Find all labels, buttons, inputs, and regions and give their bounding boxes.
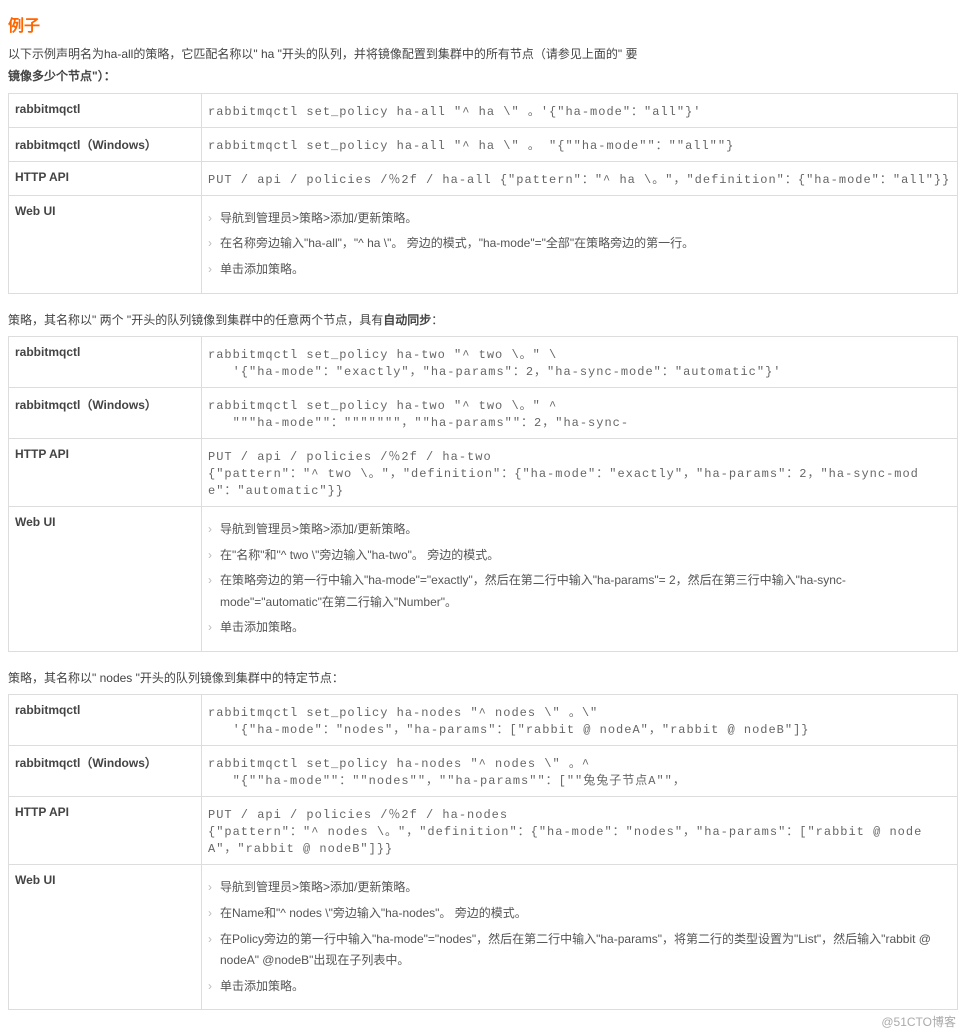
label-rabbitmqctl: rabbitmqctl [9,93,202,127]
list-item: 在策略旁边的第一行中输入"ha-mode"="exactly"，然后在第二行中输… [208,570,951,613]
ex2-webui: 导航到管理员>策略>添加/更新策略。 在"名称"和"^ two \"旁边输入"h… [202,506,958,651]
ex3-intro: 策略，其名称以" nodes "开头的队列镜像到集群中的特定节点： [8,668,958,688]
ex3-http: PUT / api / policies /％2f / ha-nodes {"p… [202,797,958,865]
ex3-rabbitmqctl: rabbitmqctl set_policy ha-nodes "^ nodes… [202,695,958,746]
label-http-api: HTTP API [9,438,202,506]
ex1-rabbitmqctl: rabbitmqctl set_policy ha-all "^ ha \" 。… [202,93,958,127]
ex3-webui: 导航到管理员>策略>添加/更新策略。 在Name和"^ nodes \"旁边输入… [202,865,958,1010]
label-web-ui: Web UI [9,506,202,651]
list-item: 在"名称"和"^ two \"旁边输入"ha-two"。 旁边的模式。 [208,545,951,567]
list-item: 单击添加策略。 [208,617,951,639]
label-rabbitmqctl: rabbitmqctl [9,336,202,387]
list-item: 导航到管理员>策略>添加/更新策略。 [208,208,951,230]
label-web-ui: Web UI [9,195,202,293]
ex3-rabbitmqctl-win: rabbitmqctl set_policy ha-nodes "^ nodes… [202,746,958,797]
example2-table: rabbitmqctl rabbitmqctl set_policy ha-tw… [8,336,958,652]
list-item: 单击添加策略。 [208,259,951,281]
list-item: 导航到管理员>策略>添加/更新策略。 [208,519,951,541]
label-rabbitmqctl: rabbitmqctl [9,695,202,746]
label-web-ui: Web UI [9,865,202,1010]
intro-text-2: 镜像多少个节点"）： [8,66,958,86]
label-rabbitmqctl-win: rabbitmqctl（Windows） [9,127,202,161]
label-rabbitmqctl-win: rabbitmqctl（Windows） [9,387,202,438]
ex1-http: PUT / api / policies /％2f / ha-all {"pat… [202,161,958,195]
example1-table: rabbitmqctl rabbitmqctl set_policy ha-al… [8,93,958,294]
ex2-http: PUT / api / policies /％2f / ha-two {"pat… [202,438,958,506]
list-item: 单击添加策略。 [208,976,951,998]
label-rabbitmqctl-win: rabbitmqctl（Windows） [9,746,202,797]
example3-table: rabbitmqctl rabbitmqctl set_policy ha-no… [8,694,958,1010]
ex1-webui: 导航到管理员>策略>添加/更新策略。 在名称旁边输入"ha-all"，"^ ha… [202,195,958,293]
label-http-api: HTTP API [9,797,202,865]
list-item: 在Name和"^ nodes \"旁边输入"ha-nodes"。 旁边的模式。 [208,903,951,925]
section-title: 例子 [8,12,958,36]
label-http-api: HTTP API [9,161,202,195]
list-item: 在Policy旁边的第一行中输入"ha-mode"="nodes"，然后在第二行… [208,929,951,972]
ex1-rabbitmqctl-win: rabbitmqctl set_policy ha-all "^ ha \" 。… [202,127,958,161]
watermark: @51CTO博客 [881,1013,956,1030]
ex2-rabbitmqctl-win: rabbitmqctl set_policy ha-two "^ two \。"… [202,387,958,438]
ex2-intro: 策略，其名称以" 两个 "开头的队列镜像到集群中的任意两个节点，具有自动同步： [8,310,958,330]
list-item: 在名称旁边输入"ha-all"，"^ ha \"。 旁边的模式，"ha-mode… [208,233,951,255]
ex2-rabbitmqctl: rabbitmqctl set_policy ha-two "^ two \。"… [202,336,958,387]
list-item: 导航到管理员>策略>添加/更新策略。 [208,877,951,899]
intro-text-1: 以下示例声明名为ha-all的策略，它匹配名称以" ha "开头的队列，并将镜像… [8,44,958,64]
